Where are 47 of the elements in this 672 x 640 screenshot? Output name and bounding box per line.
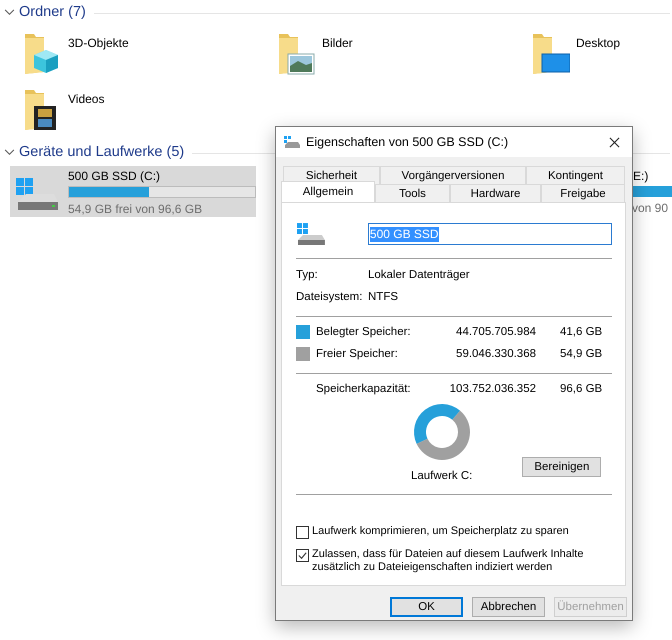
- checkbox[interactable]: [296, 526, 309, 539]
- usage-bytes: 59.046.330.368: [455, 348, 536, 360]
- cleanup-button[interactable]: Bereinigen: [522, 457, 602, 477]
- property-label: Dateisystem:: [296, 290, 364, 304]
- tab[interactable]: Kontingent: [526, 166, 625, 184]
- tab[interactable]: Tools: [375, 184, 450, 202]
- folder-name[interactable]: Bilder: [322, 36, 353, 50]
- folder-name[interactable]: Desktop: [576, 36, 620, 50]
- tab[interactable]: Allgemein: [281, 181, 375, 202]
- drive-free-space: von 90: [631, 200, 670, 216]
- drive-icon: [296, 222, 326, 246]
- chart-slice: [416, 410, 470, 460]
- usage-size: 41,6 GB: [560, 326, 602, 338]
- checkbox[interactable]: [296, 549, 309, 562]
- usage-bytes: 44.705.705.984: [455, 326, 536, 338]
- property-label: Typ:: [296, 268, 319, 282]
- usage-label: Freier Speicher:: [316, 348, 399, 360]
- checkbox-label[interactable]: Laufwerk komprimieren, um Speicherplatz zu sparen: [312, 525, 612, 538]
- tab[interactable]: Freigabe: [541, 184, 625, 202]
- checkbox-label[interactable]: Zulassen, dass für Dateien auf diesem Laufwerk Inhalte zusätzlich zu Dateieigenschaften indiziert werden: [312, 548, 612, 574]
- property-value: NTFS: [368, 290, 398, 304]
- tab[interactable]: Vorgängerversionen: [380, 166, 526, 184]
- chart-slice: [414, 404, 460, 444]
- folder-name[interactable]: Videos: [68, 92, 104, 106]
- dialog-button[interactable]: Abbrechen: [472, 597, 545, 617]
- drive-free-space: 54,9 GB frei von 96,6 GB: [68, 201, 204, 217]
- capacity-bytes: 103.752.036.352: [448, 382, 536, 394]
- drive-name: E:): [632, 168, 650, 184]
- window-title: Eigenschaften von 500 GB SSD (C:): [306, 135, 510, 149]
- tab[interactable]: Hardware: [450, 184, 541, 202]
- drive-icon: [284, 136, 300, 148]
- drive-name: 500 GB SSD (C:): [68, 168, 162, 184]
- property-value: Lokaler Datenträger: [368, 268, 470, 282]
- dialog-button[interactable]: OK: [390, 597, 463, 617]
- drive-item[interactable]: 500 GB SSD (C:) 54,9 GB frei von 96,6 GB: [10, 166, 256, 217]
- chevron-down-icon[interactable]: [4, 148, 15, 156]
- close-icon[interactable]: [609, 136, 620, 148]
- chevron-down-icon[interactable]: [4, 8, 15, 16]
- folder-icon[interactable]: [530, 32, 570, 76]
- capacity-label: Speicherkapazität:: [316, 382, 412, 394]
- folder-name[interactable]: 3D-Objekte: [68, 36, 129, 50]
- drive-label: Laufwerk C:: [411, 470, 472, 482]
- section-title: Ordner (7): [19, 4, 86, 20]
- capacity-size: 96,6 GB: [560, 382, 602, 394]
- usage-size: 54,9 GB: [560, 348, 602, 360]
- usage-label: Belegter Speicher:: [316, 326, 412, 338]
- section-title: Geräte und Laufwerke (5): [19, 144, 184, 160]
